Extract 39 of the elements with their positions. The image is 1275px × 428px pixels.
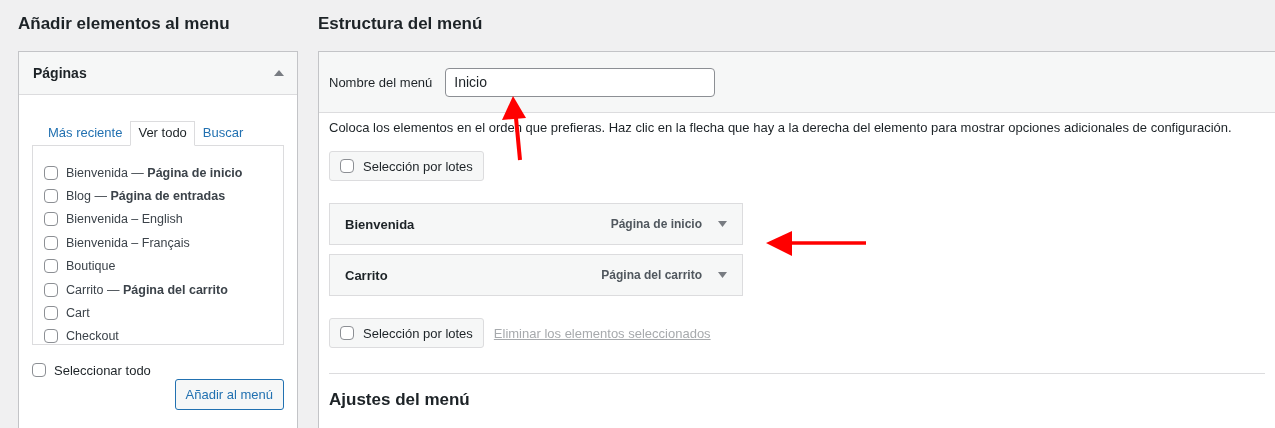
menu-item-type: Página del carrito: [601, 268, 702, 282]
bulk-select-button[interactable]: Selección por lotes: [329, 151, 484, 181]
menu-name-field[interactable]: Inicio: [445, 67, 716, 97]
tab[interactable]: Buscar: [194, 121, 252, 146]
page-label: Bienvenida – English: [66, 212, 183, 227]
checkbox[interactable]: [44, 189, 58, 204]
section-heading: Añadir elementos al menu: [18, 13, 231, 35]
page-label: Checkout: [66, 329, 119, 344]
dropdown-arrow-icon[interactable]: [718, 221, 727, 227]
page-label: Bienvenida – Français: [66, 235, 190, 250]
checkbox[interactable]: [44, 235, 58, 250]
menu-item-title: Bienvenida: [345, 216, 416, 232]
page-label: Blog — Página de entradas: [66, 189, 226, 204]
checkbox[interactable]: [44, 329, 58, 344]
checkbox[interactable]: [44, 165, 58, 180]
collapse-toggle-icon[interactable]: [274, 70, 284, 76]
tab[interactable]: Ver todo: [130, 121, 195, 146]
menu-item-bar[interactable]: Bienvenida Página de inicio: [329, 203, 743, 245]
checkbox[interactable]: [44, 306, 58, 321]
field-label: Nombre del menú: [329, 74, 433, 90]
panel-title: Páginas: [33, 65, 87, 81]
checkbox[interactable]: [44, 282, 58, 297]
checkbox[interactable]: [44, 259, 58, 274]
tab[interactable]: Más reciente: [40, 121, 131, 146]
bulk-select-button[interactable]: Selección por lotes: [329, 318, 484, 348]
menu-item-bar[interactable]: Carrito Página del carrito: [329, 254, 743, 296]
page-label: Carrito — Página del carrito: [66, 282, 228, 297]
menu-item-title: Carrito: [345, 267, 389, 283]
section-heading: Estructura del menú: [318, 13, 484, 35]
menu-item-type: Página de inicio: [610, 217, 702, 231]
page-label: Boutique: [66, 259, 116, 274]
page-label: Cart: [66, 306, 90, 321]
checkbox[interactable]: [44, 212, 58, 227]
checkbox[interactable]: [32, 363, 46, 377]
dropdown-arrow-icon[interactable]: [718, 272, 727, 278]
select-all-label: Seleccionar todo: [54, 362, 151, 378]
settings-heading: Ajustes del menú: [329, 390, 471, 410]
page-label: Bienvenida — Página de inicio: [66, 165, 243, 180]
add-to-menu-button[interactable]: Añadir al menú: [174, 379, 284, 410]
